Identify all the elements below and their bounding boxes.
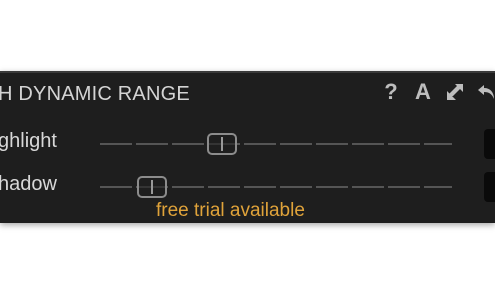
panel-header: H DYNAMIC RANGE ? A bbox=[0, 73, 495, 113]
help-icon[interactable]: ? bbox=[381, 79, 401, 105]
expand-icon[interactable] bbox=[444, 79, 466, 105]
highlight-slider-track[interactable] bbox=[100, 143, 452, 145]
highlight-label: ghlight bbox=[0, 130, 57, 152]
panel-title: H DYNAMIC RANGE bbox=[0, 83, 190, 105]
auto-icon[interactable]: A bbox=[412, 79, 434, 105]
free-trial-banner: free trial available bbox=[156, 200, 305, 221]
app-canvas: H DYNAMIC RANGE ? A ghlight hadow free t… bbox=[0, 0, 495, 308]
shadow-value-field[interactable] bbox=[484, 172, 495, 202]
highlight-slider-knob[interactable] bbox=[207, 133, 237, 155]
shadow-slider-knob[interactable] bbox=[137, 176, 167, 198]
dynamic-range-panel: H DYNAMIC RANGE ? A ghlight hadow free t… bbox=[0, 71, 495, 223]
reset-icon[interactable] bbox=[476, 79, 495, 105]
shadow-label: hadow bbox=[0, 173, 57, 195]
highlight-value-field[interactable] bbox=[484, 129, 495, 159]
